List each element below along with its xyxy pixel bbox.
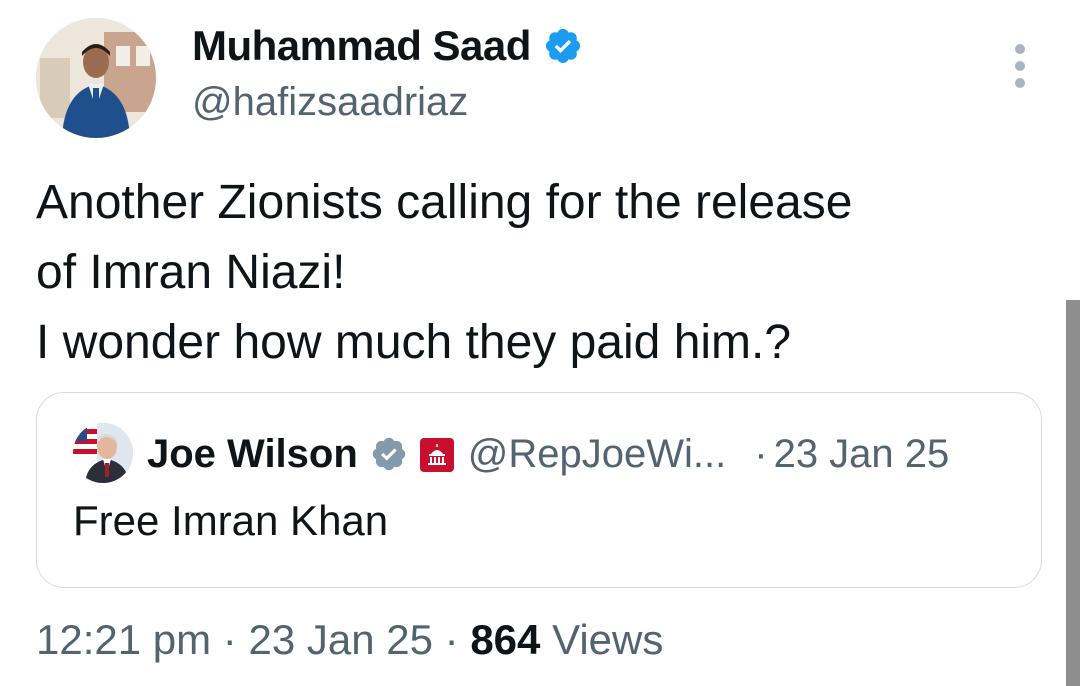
more-options-icon[interactable] bbox=[1004, 44, 1036, 88]
tweet-text-line: I wonder how much they paid him.? bbox=[36, 316, 792, 369]
quoted-tweet-date[interactable]: 23 Jan 25 bbox=[774, 432, 950, 477]
separator-dot: · bbox=[222, 616, 237, 663]
separator-dot: · bbox=[444, 616, 459, 663]
author-name-text: Muhammad Saad bbox=[192, 22, 531, 69]
quoted-author-avatar[interactable] bbox=[73, 423, 133, 483]
tweet-text-line: of Imran Niazi! bbox=[36, 246, 346, 299]
tweet: Muhammad Saad @hafizsaadriaz Another Zio… bbox=[0, 0, 1080, 686]
quoted-tweet-header: Joe Wilson @RepJoeWi... · 23 Jan 25 bbox=[147, 429, 949, 479]
quoted-author-name[interactable]: Joe Wilson bbox=[147, 432, 358, 477]
tweet-text-line: Another Zionists calling for the release bbox=[36, 176, 853, 229]
views-label: Views bbox=[552, 616, 664, 663]
more-dot bbox=[1015, 44, 1025, 54]
tweet-meta: 12:21 pm · 23 Jan 25 · 864 Views bbox=[36, 616, 663, 664]
author-name[interactable]: Muhammad Saad bbox=[192, 22, 583, 70]
scrollbar[interactable] bbox=[1066, 300, 1080, 686]
tweet-date[interactable]: 23 Jan 25 bbox=[248, 616, 433, 663]
separator-dot: · bbox=[754, 431, 768, 476]
government-badge-icon[interactable] bbox=[419, 437, 454, 472]
author-handle[interactable]: @hafizsaadriaz bbox=[192, 80, 468, 125]
quoted-tweet-text: Free Imran Khan bbox=[73, 497, 389, 544]
author-avatar[interactable] bbox=[36, 18, 156, 138]
more-dot bbox=[1015, 78, 1025, 88]
quoted-tweet-card[interactable]: Joe Wilson @RepJoeWi... · 23 Jan 25 Free… bbox=[36, 392, 1042, 588]
quoted-author-handle[interactable]: @RepJoeWi... bbox=[468, 432, 726, 477]
tweet-text: Another Zionists calling for the release… bbox=[36, 168, 1036, 378]
verified-badge-icon[interactable] bbox=[543, 26, 583, 66]
views-count[interactable]: 864 bbox=[470, 616, 540, 663]
gray-verified-badge-icon[interactable] bbox=[370, 435, 408, 473]
more-dot bbox=[1015, 61, 1025, 71]
tweet-time[interactable]: 12:21 pm bbox=[36, 616, 211, 663]
